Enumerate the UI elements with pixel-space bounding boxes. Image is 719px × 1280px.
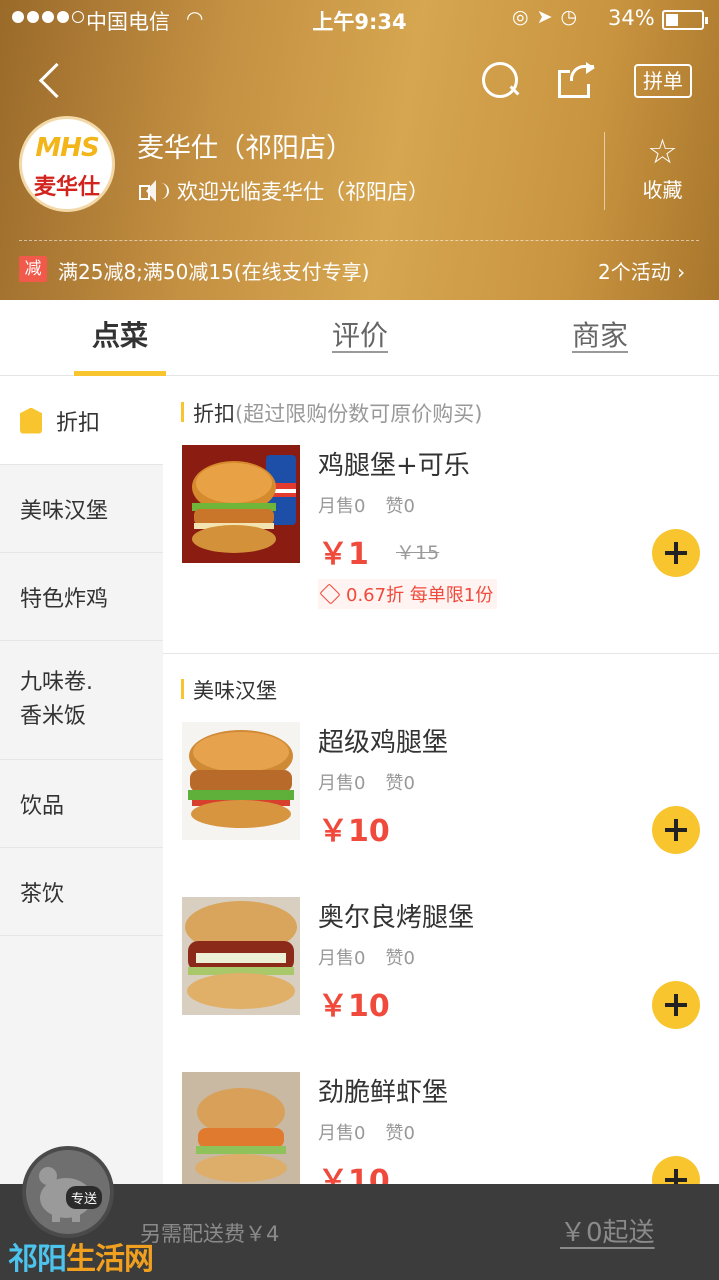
min-order-button[interactable]: ￥0起送 [560, 1212, 655, 1249]
divider [19, 240, 699, 241]
likes-count: 赞0 [385, 948, 415, 969]
menu-item: 超级鸡腿堡 月售0 赞0 ￥10 [182, 722, 719, 872]
favorite-button[interactable]: ☆ 收藏 [606, 132, 719, 203]
speaker-icon [137, 178, 171, 204]
battery-icon [662, 10, 708, 30]
food-image [182, 445, 300, 563]
promo-text: 满25减8;满50减15(在线支付专享) [58, 260, 370, 284]
menu-item: 鸡腿堡+可乐 月售0 赞0 ￥1 ￥15 0.67折 每单限1份 [182, 445, 719, 609]
food-image [182, 722, 300, 840]
favorite-label: 收藏 [642, 178, 683, 202]
share-button[interactable] [558, 62, 596, 98]
watermark: 祁阳生活网 [8, 1242, 154, 1277]
category-sidebar: 折扣 美味汉堡 特色炸鸡 九味卷. 香米饭 饮品 茶饮 [0, 377, 163, 1197]
back-button[interactable] [34, 60, 74, 100]
sidebar-item-label: 茶饮 [20, 881, 65, 907]
status-icons: ◎➤◷ [512, 6, 586, 28]
monthly-sales: 月售0 [318, 1123, 366, 1144]
section-title: 折扣(超过限购份数可原价购买) [181, 398, 482, 428]
delivery-fee: 另需配送费￥4 [140, 1222, 280, 1246]
sidebar-item-tea[interactable]: 茶饮 [0, 848, 163, 936]
sidebar-item-fried-chicken[interactable]: 特色炸鸡 [0, 553, 163, 641]
shop-header: 中国电信 ◠ 上午9:34 ◎➤◷ 34% 拼单 MHS 麦华仕 麦华仕（祁阳店… [0, 0, 719, 300]
tab-order[interactable]: 点菜 [74, 300, 166, 376]
status-bar: 中国电信 ◠ 上午9:34 ◎➤◷ 34% [0, 0, 719, 40]
sidebar-item-burgers[interactable]: 美味汉堡 [0, 465, 163, 553]
promo-badge: 减 [19, 256, 47, 282]
sidebar-item-label: 特色炸鸡 [20, 586, 109, 612]
item-name: 劲脆鲜虾堡 [318, 1078, 449, 1108]
original-price: ￥15 [396, 542, 440, 564]
monthly-sales: 月售0 [318, 773, 366, 794]
battery-fill [666, 14, 678, 26]
item-stats: 月售0 赞0 [318, 1119, 435, 1145]
item-name: 鸡腿堡+可乐 [318, 451, 470, 481]
sidebar-item-label: 折扣 [56, 410, 101, 436]
menu-item: 奥尔良烤腿堡 月售0 赞0 ￥10 [182, 897, 719, 1047]
tab-merchant[interactable]: 商家 [558, 300, 642, 376]
tab-reviews[interactable]: 评价 [318, 300, 402, 376]
sidebar-item-label: 饮品 [20, 793, 65, 819]
shop-notice-text: 欢迎光临麦华仕（祁阳店） [177, 180, 429, 204]
item-stats: 月售0 赞0 [318, 492, 435, 518]
add-to-cart-button[interactable] [652, 981, 700, 1029]
add-to-cart-button[interactable] [652, 529, 700, 577]
food-image [182, 897, 300, 1015]
monthly-sales: 月售0 [318, 496, 366, 517]
sidebar-item-wraps-rice[interactable]: 九味卷. 香米饭 [0, 641, 163, 760]
item-price: ￥1 [318, 537, 369, 572]
item-price: ￥10 [318, 814, 390, 849]
shop-logo: MHS 麦华仕 [19, 116, 115, 212]
sidebar-item-label: 美味汉堡 [20, 498, 109, 524]
add-to-cart-button[interactable] [652, 806, 700, 854]
delivery-tag: 专送 [66, 1186, 103, 1209]
tag-icon [319, 583, 341, 605]
group-order-button[interactable]: 拼单 [634, 64, 692, 98]
logo-text: 麦华仕 [33, 175, 100, 200]
likes-count: 赞0 [385, 1123, 415, 1144]
divider [604, 132, 605, 210]
sidebar-item-label: 九味卷. 香米饭 [20, 670, 93, 729]
chevron-right-icon: › [677, 260, 686, 284]
section-title: 美味汉堡 [181, 675, 277, 705]
menu-list: 折扣(超过限购份数可原价购买) 鸡腿堡+可乐 月售0 赞0 ￥1 ￥15 0.6… [163, 377, 719, 1204]
star-icon: ☆ [647, 132, 678, 172]
likes-count: 赞0 [385, 496, 415, 517]
monthly-sales: 月售0 [318, 948, 366, 969]
promo-more-link[interactable]: 2个活动 › [598, 256, 685, 285]
battery-percent: 34% [608, 6, 655, 30]
sidebar-item-drinks[interactable]: 饮品 [0, 760, 163, 848]
shop-notice: 欢迎光临麦华仕（祁阳店） [137, 176, 429, 206]
item-price: ￥10 [318, 989, 390, 1024]
logo-mark: MHS [35, 133, 99, 163]
item-stats: 月售0 赞0 [318, 944, 435, 970]
sidebar-item-discount[interactable]: 折扣 [0, 377, 163, 465]
item-stats: 月售0 赞0 [318, 769, 435, 795]
shop-name: 麦华仕（祁阳店） [137, 133, 353, 164]
food-image [182, 1072, 300, 1190]
section-subtitle: (超过限购份数可原价购买) [235, 402, 483, 426]
search-button[interactable] [480, 60, 520, 100]
likes-count: 赞0 [385, 773, 415, 794]
tab-bar: 点菜 评价 商家 [0, 300, 719, 376]
tag-icon [20, 407, 42, 434]
discount-badge: 0.67折 每单限1份 [318, 579, 498, 609]
item-name: 奥尔良烤腿堡 [318, 903, 475, 933]
item-name: 超级鸡腿堡 [318, 728, 449, 758]
divider [163, 653, 719, 654]
